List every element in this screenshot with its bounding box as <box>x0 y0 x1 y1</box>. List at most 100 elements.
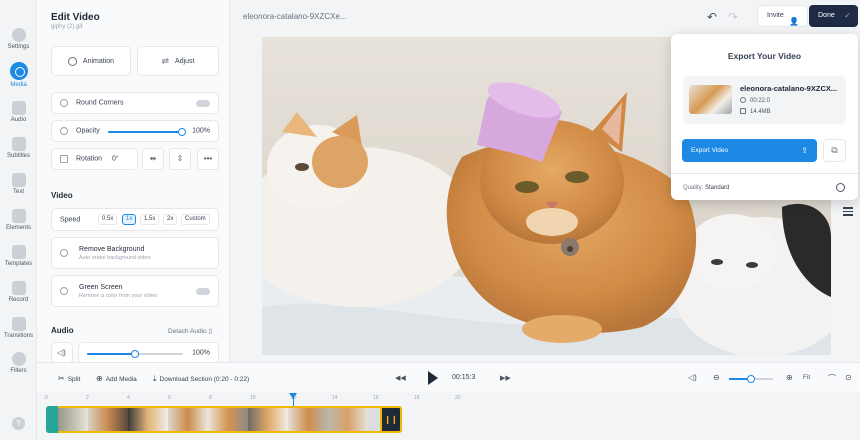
opacity-slider-knob[interactable] <box>178 128 186 136</box>
volume-button[interactable]: ◁) <box>51 342 73 362</box>
done-button[interactable]: Done ✓ <box>809 5 858 27</box>
green-screen-toggle[interactable] <box>196 288 210 295</box>
timeline-ruler[interactable]: 02468101214161820 <box>45 392 860 404</box>
nav-item-transitions[interactable]: Transitions <box>0 317 37 339</box>
animation-label: Animation <box>82 57 115 65</box>
export-options-button[interactable]: ⧉ <box>823 139 846 162</box>
volume-slider-fill <box>87 353 135 355</box>
sliders-icon: ⇌ <box>161 55 170 66</box>
split-button[interactable]: ✂ Split <box>58 374 80 383</box>
track-frame <box>88 408 128 431</box>
done-label: Done <box>818 12 835 19</box>
zoom-fit-icon[interactable]: ⊙ <box>845 373 852 382</box>
detach-audio-button[interactable]: Detach Audio ▯ <box>168 327 212 335</box>
animation-button[interactable]: Animation <box>51 46 131 76</box>
nav-item-label: Filters <box>10 368 27 374</box>
volume-slider[interactable] <box>87 350 183 358</box>
track-frame <box>328 408 368 431</box>
ruler-tick: 4 <box>127 395 130 401</box>
text-icon <box>11 173 26 187</box>
add-media-button[interactable]: ⊕ Add Media <box>96 374 137 383</box>
video-thumbnail <box>689 85 732 114</box>
nav-item-audio[interactable]: Audio <box>0 101 37 123</box>
skip-back-icon[interactable]: ◀◀ <box>395 374 406 382</box>
speed-option-1x[interactable]: 1x <box>122 214 137 225</box>
left-nav: Settings Media Audio Subtitles Text Elem… <box>0 0 37 440</box>
skip-forward-icon[interactable]: ▶▶ <box>500 374 511 382</box>
rotation-row: Rotation 0° ⇹ ⇳ ••• <box>51 148 219 170</box>
green-screen-title: Green Screen <box>79 284 123 291</box>
nav-item-filters[interactable]: Filters <box>0 352 37 374</box>
scissors-icon: ✂ <box>58 374 65 383</box>
download-section-button[interactable]: ⤓ Download Section (0:20 - 0:22) <box>153 374 249 384</box>
nav-item-record[interactable]: Record <box>0 281 37 303</box>
flip-horizontal-icon: ⇹ <box>149 154 157 163</box>
zoom-out-icon[interactable]: ⊖ <box>713 373 720 382</box>
nav-item-subtitles[interactable]: Subtitles <box>0 137 37 159</box>
flip-vertical-button[interactable]: ⇳ <box>169 148 191 170</box>
zoom-slider[interactable] <box>729 375 773 383</box>
download-icon: ⤓ <box>153 374 157 383</box>
plus-circle-icon: ⊕ <box>96 374 103 383</box>
nav-item-media[interactable]: Media <box>0 62 37 88</box>
nav-item-text[interactable]: Text <box>0 173 37 195</box>
redo-icon[interactable]: ↷ <box>728 10 738 24</box>
export-divider <box>671 173 858 174</box>
adjust-button[interactable]: ⇌ Adjust <box>137 46 219 76</box>
speed-row: Speed 0.5x 1x 1.5x 2x Custom <box>51 208 219 231</box>
ruler-tick: 0 <box>45 395 48 401</box>
remove-background-button[interactable]: Remove Background Auto erase background … <box>51 237 219 269</box>
fit-button[interactable]: Fit <box>803 374 810 381</box>
remove-background-desc: Auto erase background video <box>79 255 151 261</box>
export-video-button[interactable]: Export Video ⇪ <box>682 139 817 162</box>
rotation-field[interactable]: Rotation 0° <box>51 148 138 170</box>
speed-option-1.5x[interactable]: 1.5x <box>140 214 160 225</box>
track-frame <box>288 408 328 431</box>
round-corners-label: Round Corners <box>76 99 124 107</box>
round-corners-toggle[interactable] <box>196 100 210 107</box>
invite-button[interactable]: Invite 👤 <box>757 5 808 27</box>
nav-item-label: Templates <box>4 261 33 267</box>
nav-item-templates[interactable]: Templates <box>0 245 37 267</box>
nav-item-label: Settings <box>7 44 30 50</box>
speed-option-custom[interactable]: Custom <box>181 214 210 225</box>
nav-item-label: Media <box>10 82 27 88</box>
clock-icon <box>740 97 746 103</box>
speed-option-2x[interactable]: 2x <box>163 214 178 225</box>
volume-icon[interactable]: ◁) <box>688 373 697 382</box>
export-file-card: eleonora-catalano-9XZCX... 00:22.0 14.4M… <box>683 76 846 124</box>
record-icon <box>11 281 26 295</box>
export-title: Export Your Video <box>727 51 802 61</box>
nav-item-settings[interactable]: Settings <box>0 28 37 50</box>
magnet-icon[interactable]: ⌒ <box>828 373 836 384</box>
opacity-slider[interactable] <box>108 128 186 136</box>
add-media-label: Add Media <box>105 376 137 383</box>
chevron-down-icon: ✓ <box>844 11 851 20</box>
track-end-handle[interactable]: ❙❙ <box>380 406 402 433</box>
track-start-handle[interactable] <box>46 406 58 433</box>
nav-item-elements[interactable]: Elements <box>0 209 37 231</box>
menu-icon[interactable] <box>843 207 853 218</box>
opacity-icon <box>60 127 68 135</box>
gear-icon[interactable] <box>836 183 845 192</box>
video-track[interactable] <box>46 406 402 433</box>
download-section-label: Download Section (0:20 - 0:22) <box>159 376 250 383</box>
help-button[interactable]: ? <box>12 417 25 430</box>
edit-panel: Edit Video giphy (2).gif Animation ⇌ Adj… <box>37 0 230 362</box>
speed-option-0.5x[interactable]: 0.5x <box>98 214 118 225</box>
invite-label: Invite <box>767 12 784 19</box>
volume-value: 100% <box>192 349 210 357</box>
share-icon: ⧉ <box>831 145 838 155</box>
zoom-slider-knob[interactable] <box>747 375 755 383</box>
more-options-button[interactable]: ••• <box>197 148 219 170</box>
zoom-in-icon[interactable]: ⊕ <box>786 373 793 382</box>
project-filename[interactable]: eleonora-catalano-9XZCXe... <box>243 12 347 21</box>
ruler-tick: 6 <box>168 395 171 401</box>
opacity-label: Opacity <box>76 127 100 135</box>
play-icon[interactable] <box>428 371 438 385</box>
opacity-value: 100% <box>192 127 210 135</box>
volume-slider-knob[interactable] <box>131 350 139 358</box>
nav-item-label: Text <box>12 189 24 195</box>
flip-horizontal-button[interactable]: ⇹ <box>142 148 164 170</box>
undo-icon[interactable]: ↶ <box>707 10 717 24</box>
